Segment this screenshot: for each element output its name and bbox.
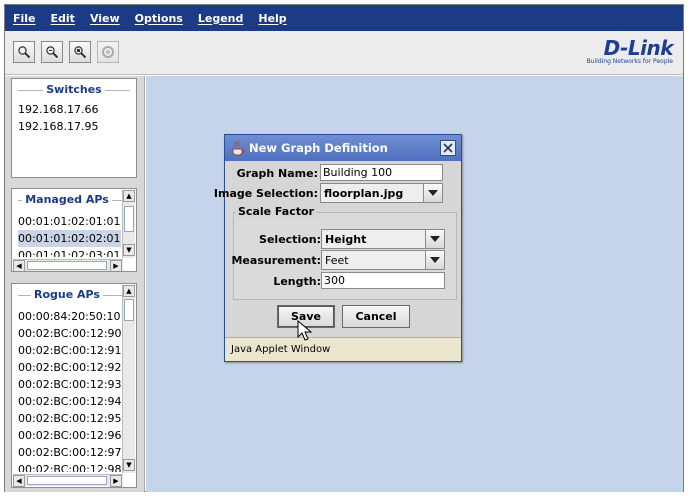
list-item[interactable]: 00:00:84:20:50:10 (18, 308, 122, 325)
scroll-down-button[interactable]: ▼ (123, 244, 135, 256)
scroll-thumb[interactable] (27, 261, 107, 270)
list-item[interactable]: 00:02:BC:00:12:95 (18, 410, 122, 427)
image-selection-label: Image Selection: (213, 187, 318, 200)
list-item[interactable]: 00:02:BC:00:12:93 (18, 376, 122, 393)
rogue-aps-title: Rogue APs (12, 288, 122, 301)
dropdown-arrow-button[interactable] (425, 230, 444, 248)
list-item[interactable]: 00:02:BC:00:12:94 (18, 393, 122, 410)
length-input[interactable]: 300 (321, 272, 445, 289)
list-item[interactable]: 00:02:BC:00:12:90 (18, 325, 122, 342)
graph-name-input[interactable]: Building 100 (320, 164, 443, 181)
chevron-down-icon (430, 236, 440, 242)
d-link-logo: D-Link (603, 36, 674, 60)
list-item[interactable]: 00:02:BC:00:12:98 (18, 461, 122, 472)
close-icon (443, 143, 453, 153)
scroll-thumb[interactable] (124, 299, 134, 321)
list-item[interactable]: 00:02:BC:00:12:97 (18, 444, 122, 461)
zoom-reset-icon (74, 46, 87, 59)
graph-name-label: Graph Name: (236, 167, 318, 180)
menu-options[interactable]: Options (135, 12, 183, 25)
menu-view[interactable]: View (90, 12, 120, 25)
managed-aps-vscroll[interactable]: ▲ ▼ (122, 190, 135, 258)
managed-aps-title: Managed APs (12, 193, 122, 206)
list-item[interactable]: 00:01:01:02:01:01 (18, 213, 121, 230)
toolbar: D-Link Building Networks for People (5, 31, 683, 75)
menu-legend[interactable]: Legend (198, 12, 244, 25)
list-item[interactable]: 00:01:01:02:03:01 (18, 247, 121, 257)
rogue-aps-vscroll[interactable]: ▲ ▼ (122, 285, 135, 473)
dialog-title-bar[interactable]: New Graph Definition (225, 135, 461, 161)
dropdown-arrow-button[interactable] (425, 251, 444, 269)
selection-label: Selection: (259, 233, 321, 246)
dialog-title: New Graph Definition (249, 141, 388, 155)
switches-list: 192.168.17.66 192.168.17.95 (18, 101, 98, 135)
list-item[interactable]: 00:02:BC:00:12:91 (18, 342, 122, 359)
menu-file[interactable]: File (13, 12, 36, 25)
list-item[interactable]: 00:02:BC:00:12:96 (18, 427, 122, 444)
selection-dropdown[interactable]: Height (321, 229, 445, 249)
refresh-button[interactable] (97, 41, 119, 63)
zoom-in-icon (18, 46, 31, 59)
menu-edit[interactable]: Edit (51, 12, 75, 25)
menu-bar: File Edit View Options Legend Help (5, 5, 683, 31)
length-label: Length: (273, 275, 321, 288)
applet-status-bar: Java Applet Window (225, 337, 461, 361)
cancel-button[interactable]: Cancel (342, 305, 410, 328)
mouse-cursor-icon (297, 320, 313, 341)
zoom-out-icon (46, 46, 59, 59)
switches-title: Switches (12, 83, 136, 96)
rogue-aps-list: 00:00:84:20:50:10 00:02:BC:00:12:90 00:0… (18, 308, 122, 472)
scroll-down-button[interactable]: ▼ (123, 459, 135, 471)
image-selection-value: floorplan.jpg (324, 187, 404, 200)
scroll-left-button[interactable]: ◀ (13, 260, 25, 271)
left-sidebar: Switches 192.168.17.66 192.168.17.95 Man… (5, 76, 145, 492)
zoom-reset-button[interactable] (69, 41, 91, 63)
java-cup-icon (232, 140, 245, 156)
scroll-up-button[interactable]: ▲ (123, 190, 135, 202)
measurement-dropdown[interactable]: Feet (321, 250, 445, 270)
rogue-aps-hscroll[interactable]: ◀ ▶ (13, 474, 123, 487)
applet-status-text: Java Applet Window (231, 344, 331, 355)
zoom-out-button[interactable] (41, 41, 63, 63)
list-item[interactable]: 192.168.17.95 (18, 118, 98, 135)
switches-panel: Switches 192.168.17.66 192.168.17.95 (11, 78, 137, 178)
scroll-thumb[interactable] (124, 206, 134, 232)
managed-aps-panel: Managed APs 00:01:01:02:01:01 00:01:01:0… (11, 188, 137, 272)
scroll-up-button[interactable]: ▲ (123, 285, 135, 297)
scroll-right-button[interactable]: ▶ (110, 260, 122, 271)
rogue-aps-panel: Rogue APs 00:00:84:20:50:10 00:02:BC:00:… (11, 283, 137, 488)
close-button[interactable] (440, 140, 456, 156)
scroll-thumb[interactable] (27, 476, 107, 485)
dropdown-arrow-button[interactable] (423, 184, 442, 202)
managed-aps-list: 00:01:01:02:01:01 00:01:01:02:02:01 00:0… (18, 213, 121, 257)
image-selection-dropdown[interactable]: floorplan.jpg (320, 183, 443, 203)
new-graph-definition-dialog: New Graph Definition Graph Name: Buildin… (214, 134, 462, 362)
scroll-left-button[interactable]: ◀ (13, 475, 25, 487)
list-item-selected[interactable]: 00:01:01:02:02:01 (18, 230, 121, 247)
menu-help[interactable]: Help (258, 12, 286, 25)
refresh-icon (102, 46, 114, 58)
scroll-right-button[interactable]: ▶ (110, 475, 122, 487)
measurement-label: Measurement: (231, 254, 321, 267)
managed-aps-hscroll[interactable]: ◀ ▶ (13, 259, 123, 271)
chevron-down-icon (430, 257, 440, 263)
scale-factor-label: Scale Factor (236, 205, 316, 218)
list-item[interactable]: 00:02:BC:00:12:92 (18, 359, 122, 376)
selection-value: Height (325, 233, 367, 246)
chevron-down-icon (428, 190, 438, 196)
list-item[interactable]: 192.168.17.66 (18, 101, 98, 118)
measurement-value: Feet (325, 254, 349, 267)
brand: D-Link Building Networks for People (586, 36, 674, 65)
zoom-in-button[interactable] (13, 41, 35, 63)
brand-tagline: Building Networks for People (586, 58, 673, 65)
